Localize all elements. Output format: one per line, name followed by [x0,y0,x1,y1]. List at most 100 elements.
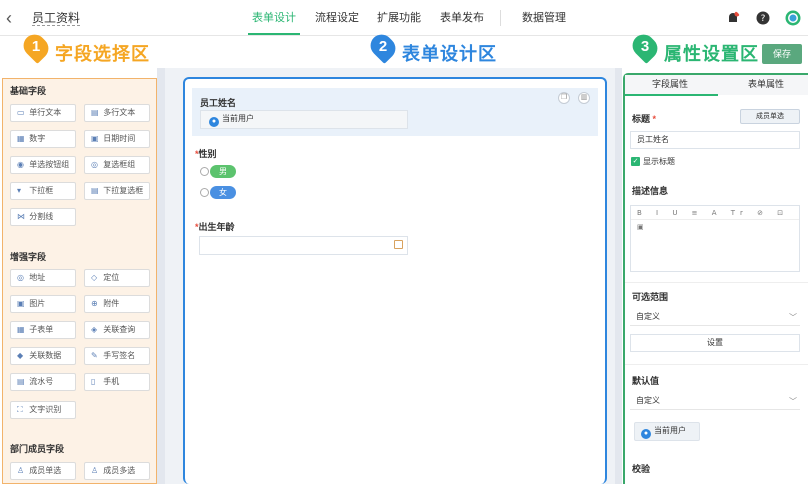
field-label-name: 员工姓名 [200,98,237,108]
field-dropdown[interactable]: ▾ 下拉框 [10,182,76,200]
scan-icon: ⛶ [17,405,23,414]
dropdown-multi-icon: ▤ [91,186,99,195]
tab-form-publish[interactable]: 表单发布 [440,11,484,25]
field-ocr[interactable]: ⛶ 文字识别 [10,401,76,419]
back-chevron-icon[interactable]: ‹ [6,8,22,28]
link-data-icon: ◆ [17,351,24,360]
field-signature[interactable]: ✎ 手写签名 [84,347,150,365]
field-radio-group[interactable]: ◉ 单选按钮组 [10,156,76,174]
text-icon: ▭ [17,108,25,117]
option-female[interactable]: 女 [210,186,236,199]
copy-icon[interactable]: ❐ [558,92,570,104]
calendar-icon: ▣ [91,134,99,143]
option-male[interactable]: 男 [210,165,236,178]
title-input[interactable]: 员工姓名 [630,131,800,149]
nav-divider [500,10,501,26]
field-member-single[interactable]: ♙ 成员单选 [10,462,76,480]
svg-text:?: ? [761,14,766,24]
calendar-icon[interactable] [394,240,403,249]
tab-flow-settings[interactable]: 流程设定 [315,11,359,25]
zone-3-number: 3 [640,38,650,55]
radio-icon: ◉ [17,160,24,169]
field-divider[interactable]: ⋈ 分割线 [10,208,76,226]
location-pin-icon: ◎ [17,273,24,282]
divider-icon: ⋈ [17,212,25,221]
textarea-icon: ▤ [91,108,99,117]
field-number[interactable]: ▦ 数字 [10,130,76,148]
section-divider [625,364,808,365]
validation-label: 校验 [632,464,651,474]
section-divider [625,282,808,283]
field-single-line-text[interactable]: ▭ 单行文本 [10,104,76,122]
serial-icon: ▤ [17,377,25,386]
zone-1-title: 字段选择区 [55,44,150,64]
tab-form-design[interactable]: 表单设计 [252,11,296,25]
dropdown-icon: ▾ [17,186,22,195]
tab-data-management[interactable]: 数据管理 [522,11,566,25]
field-checkbox-group[interactable]: ◎ 复选框组 [84,156,150,174]
field-type-button[interactable]: 成员单选 [740,109,800,124]
group-title-basic: 基础字段 [10,86,47,96]
range-select[interactable]: 自定义 [630,308,800,326]
current-user-chip: ● 当前用户 [209,112,254,127]
zone-2-number: 2 [378,38,388,55]
tab-form-properties[interactable]: 表单属性 [748,77,784,90]
locate-icon: ◇ [91,273,98,282]
tab-field-properties[interactable]: 字段属性 [652,77,688,90]
range-label: 可选范围 [632,292,669,302]
user-icon: ♙ [17,466,25,475]
image-icon: ▣ [17,299,25,308]
default-user-chip-label: ● 当前用户 [641,424,686,439]
radio-female[interactable] [200,188,209,197]
search-link-icon: ◈ [91,325,98,334]
editor-toolbar[interactable]: B I U ≡ A Tr ⊘ ⊡ ▣ [631,206,799,231]
field-phone[interactable]: ▯ 手机 [84,373,150,391]
default-value-label: 默认值 [632,376,660,386]
field-label-birth: *出生年龄 [195,222,235,232]
chevron-down-icon[interactable]: ﹀ [789,396,797,407]
user-avatar-small-icon: ● [641,429,651,439]
group-title-enhanced: 增强字段 [10,252,47,262]
user-avatar-small-icon: ● [209,117,219,127]
active-tab-indicator [248,33,300,35]
notification-icon[interactable] [726,11,740,25]
user-avatar-icon[interactable] [785,10,801,26]
field-linked-data[interactable]: ◆ 关联数据 [10,347,76,365]
top-bar: ‹ 员工资料 表单设计 流程设定 扩展功能 表单发布 数据管理 ? [0,0,808,36]
chevron-down-icon[interactable]: ﹀ [789,312,797,323]
tab-extensions[interactable]: 扩展功能 [377,11,421,25]
birth-date-input[interactable] [199,236,408,255]
field-member-multi[interactable]: ♙ 成员多选 [84,462,150,480]
field-subform[interactable]: ▦ 子表单 [10,321,76,339]
attachment-icon: ⊕ [91,299,98,308]
default-value-select[interactable]: 自定义 [630,392,800,410]
phone-icon: ▯ [91,377,96,386]
field-attachment[interactable]: ⊕ 附件 [84,295,150,313]
help-icon[interactable]: ? [756,11,770,25]
field-geo-location[interactable]: ◇ 定位 [84,269,150,287]
field-dropdown-multi[interactable]: ▤ 下拉复选框 [84,182,150,200]
pen-icon: ✎ [91,351,98,360]
field-serial-number[interactable]: ▤ 流水号 [10,373,76,391]
group-title-members: 部门成员字段 [10,444,65,454]
settings-button[interactable]: 设置 [630,334,800,352]
radio-male[interactable] [200,167,209,176]
property-tab-indicator [625,94,718,96]
show-title-label: 显示标题 [643,157,675,166]
field-image[interactable]: ▣ 图片 [10,295,76,313]
show-title-checkbox[interactable]: ✓ [631,157,640,166]
field-datetime[interactable]: ▣ 日期时间 [84,130,150,148]
description-label: 描述信息 [632,186,669,196]
table-icon: ▦ [17,325,25,334]
users-icon: ♙ [91,466,99,475]
field-linked-query[interactable]: ◈ 关联查询 [84,321,150,339]
save-button[interactable]: 保存 [762,44,802,64]
form-canvas[interactable] [183,77,607,484]
zone-3-title: 属性设置区 [664,44,759,64]
app-title[interactable]: 员工资料 [32,11,81,26]
field-label-gender: *性别 [195,149,217,159]
delete-icon[interactable]: ▥ [578,92,590,104]
prop-title-label: 标题 * [632,114,657,124]
field-address[interactable]: ◎ 地址 [10,269,76,287]
field-multi-line-text[interactable]: ▤ 多行文本 [84,104,150,122]
